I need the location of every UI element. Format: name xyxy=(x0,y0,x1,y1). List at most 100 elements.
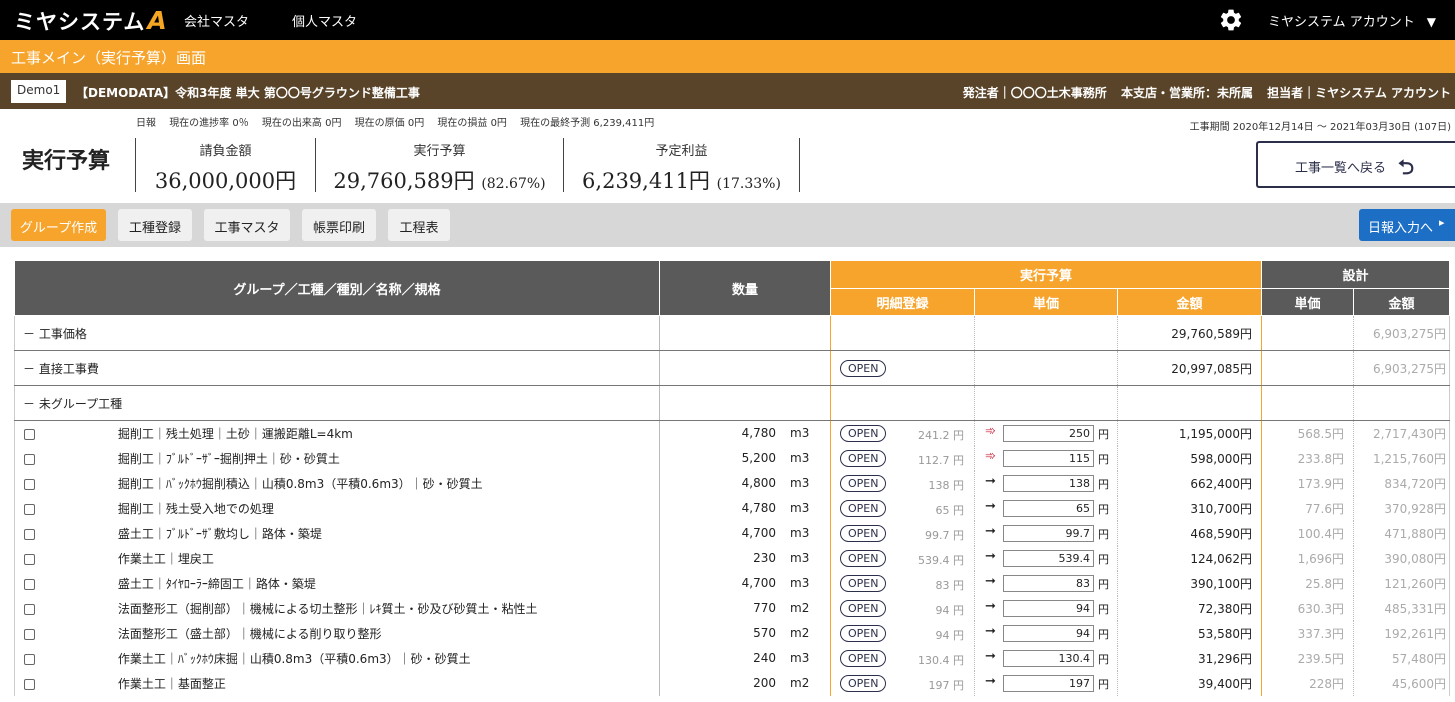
summary-budget: 実行予算 29,760,589円 (82.67%) xyxy=(315,138,563,193)
item-qty: 4,800 xyxy=(741,476,776,490)
account-menu[interactable]: ミヤシステム アカウント ▼ xyxy=(1268,11,1436,30)
row-checkbox[interactable] xyxy=(24,578,35,590)
unit-price-input[interactable]: 197 xyxy=(1003,674,1094,692)
right-arrow-icon[interactable]: ➞ xyxy=(985,574,996,589)
status-nippou: 日報 xyxy=(136,118,156,129)
group-label[interactable]: － 直接工事費 xyxy=(14,350,660,386)
group-label[interactable]: － 工事価格 xyxy=(14,315,660,351)
table-row: 掘削工｜ﾌﾞﾙﾄﾞｰｻﾞｰ掘削押土｜砂・砂質土 5,200 m3 OPEN 112… xyxy=(15,445,1451,471)
row-checkbox[interactable] xyxy=(24,453,35,465)
gear-icon[interactable] xyxy=(1218,7,1244,33)
unit-price-input[interactable]: 94 xyxy=(1003,599,1094,617)
group-amount xyxy=(1117,385,1262,421)
right-arrow-icon[interactable]: ➞ xyxy=(985,674,996,689)
back-to-list-button[interactable]: 工事一覧へ戻る ⮌ xyxy=(1256,141,1455,188)
row-checkbox[interactable] xyxy=(24,603,35,615)
row-checkbox[interactable] xyxy=(24,678,35,690)
top-navbar: ミヤシステムA 会社マスタ 個人マスタ ミヤシステム アカウント ▼ xyxy=(0,0,1455,40)
group-amount: 20,997,085円 xyxy=(1117,350,1262,386)
item-name: 作業土工｜埋戻工 xyxy=(117,551,214,566)
item-name: 作業土工｜ﾊﾞｯｸﾎｳ床掘｜山積0.8m3（平積0.6m3）｜砂・砂質土 xyxy=(117,651,471,666)
double-arrow-icon[interactable]: ➾ xyxy=(985,449,996,464)
open-button[interactable]: OPEN xyxy=(840,649,887,667)
row-checkbox[interactable] xyxy=(24,628,35,640)
unit-price-input[interactable]: 130.4 xyxy=(1003,649,1094,667)
print-forms-button[interactable]: 帳票印刷 xyxy=(302,209,376,241)
right-arrow-icon[interactable]: ➞ xyxy=(985,549,996,564)
right-arrow-icon[interactable]: ➞ xyxy=(985,499,996,514)
design-unit-price: 77.6円 xyxy=(1261,495,1354,521)
manager-label: 担当者｜ミヤシステム アカウント xyxy=(1267,86,1451,100)
design-unit-price: 100.4円 xyxy=(1261,520,1354,546)
group-label[interactable]: － 未グループ工種 xyxy=(14,385,660,421)
open-button[interactable]: OPEN xyxy=(840,599,887,617)
item-qty: 5,200 xyxy=(741,451,776,465)
estimated-unit-price: 99.7 円 xyxy=(925,528,964,542)
item-qty: 240 xyxy=(753,651,776,665)
right-arrow-icon[interactable]: ➞ xyxy=(985,649,996,664)
item-qty: 570 xyxy=(753,626,776,640)
nav-personal-master[interactable]: 個人マスタ xyxy=(292,11,357,30)
col-header-design-amount: 金額 xyxy=(1352,288,1451,316)
project-meta: 発注者｜〇〇〇土木事務所 本支店・営業所：未所属 担当者｜ミヤシステム アカウン… xyxy=(953,84,1451,101)
design-amount: 45,600円 xyxy=(1353,670,1451,696)
open-button[interactable]: OPEN xyxy=(840,474,887,492)
unit-price-input[interactable]: 138 xyxy=(1003,474,1094,492)
register-work-type-button[interactable]: 工種登録 xyxy=(118,209,192,241)
project-header: Demo1 【DEMODATA】令和3年度 単大 第〇〇号グラウンド整備工事 発… xyxy=(0,73,1455,109)
estimated-unit-price: 130.4 円 xyxy=(918,653,964,667)
unit-price-input[interactable]: 539.4 xyxy=(1003,549,1094,567)
create-group-button[interactable]: グループ作成 xyxy=(11,209,106,241)
right-arrow-icon[interactable]: ➞ xyxy=(985,524,996,539)
table-row: 掘削工｜残土受入地での処理 4,780 m3 OPEN 65 円 ➞ 65 円 3… xyxy=(15,495,1451,521)
item-amount: 39,400円 xyxy=(1117,670,1262,696)
design-unit-price: 1,696円 xyxy=(1261,545,1354,571)
open-button[interactable]: OPEN xyxy=(840,674,887,692)
estimated-unit-price: 94 円 xyxy=(935,603,965,617)
open-button[interactable]: OPEN xyxy=(840,574,887,592)
open-button[interactable]: OPEN xyxy=(840,449,887,467)
nav-company-master[interactable]: 会社マスタ xyxy=(184,11,249,30)
daily-report-button[interactable]: 日報入力へ ▸ xyxy=(1359,209,1455,241)
design-amount: 57,480円 xyxy=(1353,645,1451,671)
open-button[interactable]: OPEN xyxy=(840,499,887,517)
item-unit: m3 xyxy=(790,451,810,465)
row-checkbox[interactable] xyxy=(24,528,35,540)
col-header-qty: 数量 xyxy=(659,260,831,316)
unit-price-input[interactable]: 83 xyxy=(1003,574,1094,592)
summary-divider xyxy=(799,138,800,192)
row-checkbox[interactable] xyxy=(24,478,35,490)
open-button[interactable]: OPEN xyxy=(840,549,887,567)
item-amount: 390,100円 xyxy=(1117,570,1262,596)
row-checkbox[interactable] xyxy=(24,503,35,515)
construction-period: 工事期間 2020年12月14日 〜 2021年03月30日 (107日) xyxy=(1189,122,1451,133)
estimated-unit-price: 65 円 xyxy=(935,503,965,517)
design-unit-price: 239.5円 xyxy=(1261,645,1354,671)
open-button[interactable]: OPEN xyxy=(840,524,887,542)
schedule-button[interactable]: 工程表 xyxy=(388,209,450,241)
right-arrow-icon[interactable]: ➞ xyxy=(985,599,996,614)
row-checkbox[interactable] xyxy=(24,428,35,440)
unit-price-input[interactable]: 94 xyxy=(1003,624,1094,642)
open-button[interactable]: OPEN xyxy=(840,359,887,377)
row-checkbox[interactable] xyxy=(24,653,35,665)
unit-price-input[interactable]: 65 xyxy=(1003,499,1094,517)
double-arrow-icon[interactable]: ➾ xyxy=(985,424,996,439)
group-row[interactable]: － 直接工事費 OPEN 20,997,085円 6,903,275円 xyxy=(14,350,1451,386)
unit-price-input[interactable]: 99.7 xyxy=(1003,524,1094,542)
group-row[interactable]: － 未グループ工種 xyxy=(14,385,1451,421)
open-button[interactable]: OPEN xyxy=(840,624,887,642)
col-header-unit-price: 単価 xyxy=(974,288,1118,316)
item-unit: m3 xyxy=(790,576,810,590)
open-button[interactable]: OPEN xyxy=(840,424,887,442)
item-name: 掘削工｜残土処理｜土砂｜運搬距離L=4km xyxy=(117,426,353,441)
row-checkbox[interactable] xyxy=(24,553,35,565)
group-row[interactable]: － 工事価格 29,760,589円 6,903,275円 xyxy=(14,315,1451,351)
unit-price-input[interactable]: 115 xyxy=(1003,449,1094,467)
right-arrow-icon[interactable]: ➞ xyxy=(985,474,996,489)
app-logo[interactable]: ミヤシステムA xyxy=(14,6,168,36)
work-master-button[interactable]: 工事マスタ xyxy=(204,209,290,241)
status-line: 日報 現在の進捗率 0％ 現在の出来高 0円 現在の原価 0円 現在の損益 0円… xyxy=(136,114,664,129)
unit-price-input[interactable]: 250 xyxy=(1003,425,1094,442)
right-arrow-icon[interactable]: ➞ xyxy=(985,624,996,639)
